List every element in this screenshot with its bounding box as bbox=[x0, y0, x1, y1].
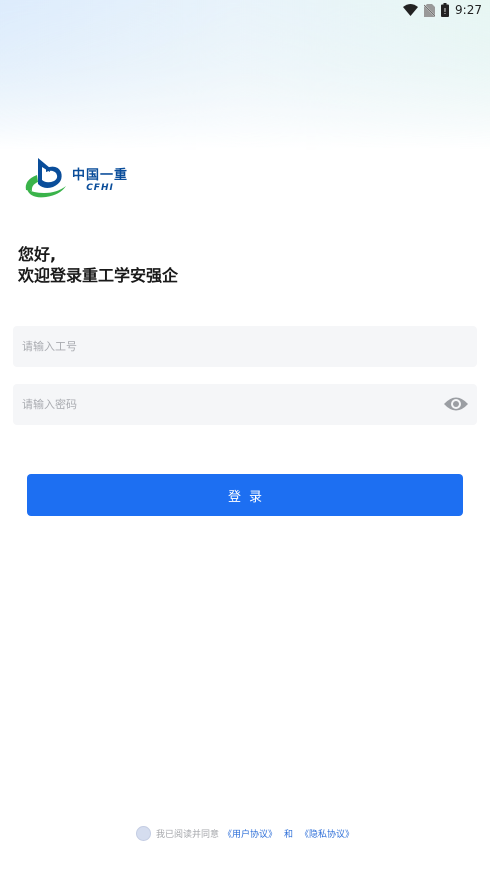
wifi-icon bbox=[403, 4, 419, 16]
privacy-agreement-link[interactable]: 《隐私协议》 bbox=[300, 827, 354, 840]
agree-checkbox[interactable] bbox=[135, 826, 151, 841]
greeting-line-1: 您好, bbox=[18, 245, 57, 264]
agreement-and: 和 bbox=[284, 830, 294, 840]
status-bar: ! 9:27 bbox=[0, 0, 490, 20]
svg-text:!: ! bbox=[443, 7, 446, 16]
cfhi-logo: 中国一重 CFHI bbox=[24, 156, 128, 206]
header-background bbox=[0, 0, 490, 150]
password-input[interactable] bbox=[13, 384, 477, 425]
eye-icon[interactable] bbox=[442, 395, 470, 413]
cfhi-emblem-icon bbox=[24, 156, 68, 206]
status-time: 9:27 bbox=[455, 3, 482, 17]
welcome-heading: 您好, 欢迎登录重工学安强企 bbox=[18, 244, 178, 286]
battery-icon: ! bbox=[441, 3, 450, 17]
logo-chinese-text: 中国一重 bbox=[72, 168, 129, 183]
agreement-prefix: 我已阅读并同意 bbox=[155, 830, 219, 840]
user-agreement-link[interactable]: 《用户协议》 bbox=[223, 827, 277, 840]
logo-english-text: CFHI bbox=[86, 183, 114, 193]
employee-id-input[interactable] bbox=[13, 326, 477, 367]
login-button[interactable]: 登录 bbox=[27, 474, 463, 516]
agreement-row: 我已阅读并同意 《用户协议》 和 《隐私协议》 bbox=[0, 826, 490, 841]
greeting-line-2: 欢迎登录重工学安强企 bbox=[18, 266, 179, 285]
no-sim-icon bbox=[424, 3, 436, 17]
